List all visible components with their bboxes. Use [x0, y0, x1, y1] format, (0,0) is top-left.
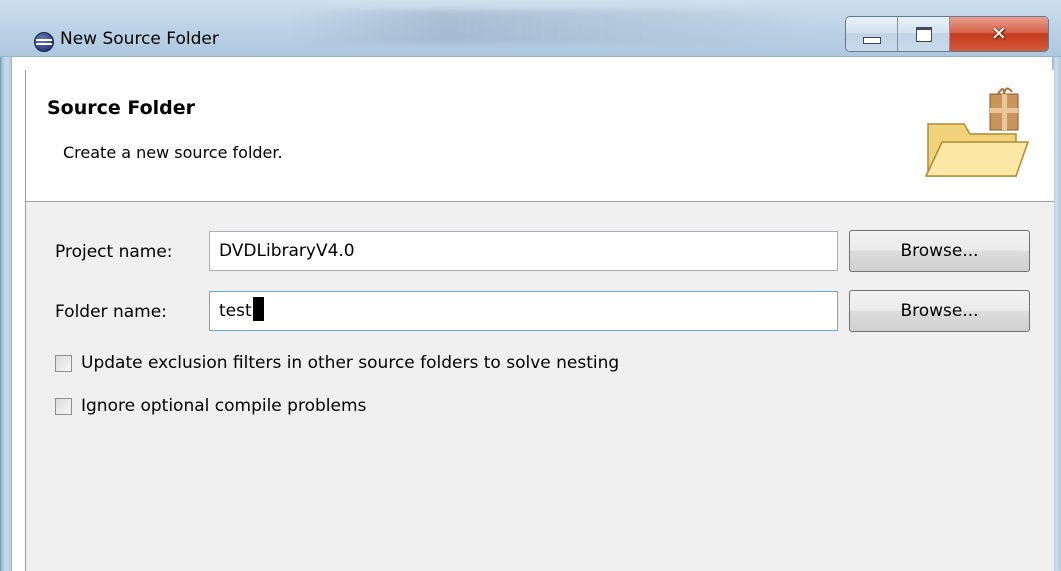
project-browse-button[interactable]: Browse...: [849, 230, 1030, 272]
minimize-icon: [862, 36, 881, 44]
update-exclusion-filters-checkbox[interactable]: [55, 354, 72, 372]
banner-description: Create a new source folder.: [63, 143, 283, 162]
ignore-compile-problems-label: Ignore optional compile problems: [81, 396, 367, 416]
title-bar-background: [290, 10, 810, 44]
dialog-body: Source Folder Create a new source folder…: [25, 70, 1054, 571]
option-ignore-optional-compile-problems[interactable]: Ignore optional compile problems: [55, 396, 366, 416]
title-bar[interactable]: New Source Folder ✕: [0, 0, 1061, 57]
folder-name-field[interactable]: test: [209, 291, 838, 331]
window-frame-left: [0, 0, 12, 571]
folder-browse-button[interactable]: Browse...: [849, 290, 1030, 332]
text-cursor: [252, 297, 264, 321]
folder-name-label: Folder name:: [55, 302, 167, 322]
option-update-exclusion-filters[interactable]: Update exclusion filters in other source…: [55, 353, 619, 373]
eclipse-icon[interactable]: [34, 32, 54, 52]
maximize-icon: [915, 26, 932, 42]
wizard-banner: Source Folder Create a new source folder…: [26, 70, 1054, 202]
banner-title: Source Folder: [47, 97, 196, 119]
minimize-button[interactable]: [846, 17, 898, 51]
close-icon: ✕: [991, 22, 1007, 45]
project-name-field[interactable]: DVDLibraryV4.0: [209, 231, 838, 271]
folder-package-icon: [924, 87, 1030, 177]
update-exclusion-filters-label: Update exclusion filters in other source…: [81, 353, 620, 373]
folder-name-value: test: [219, 301, 252, 321]
window-controls: ✕: [845, 16, 1049, 52]
ignore-compile-problems-checkbox[interactable]: [55, 397, 72, 415]
project-name-label: Project name:: [55, 242, 173, 262]
maximize-button[interactable]: [898, 17, 950, 51]
close-button[interactable]: ✕: [950, 17, 1048, 51]
window-title: New Source Folder: [60, 29, 219, 49]
